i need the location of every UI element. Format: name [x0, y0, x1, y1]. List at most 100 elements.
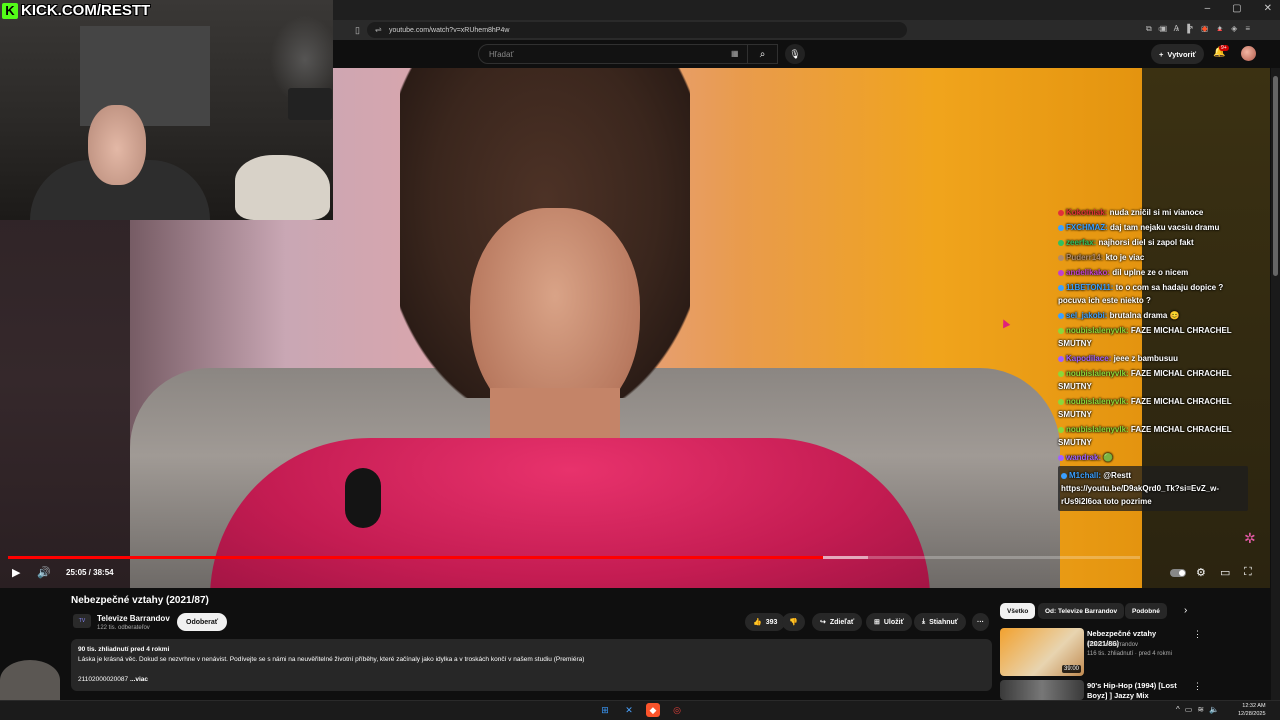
chat-message: 11BETON11: to o com sa hadaju dopice ? p…: [1058, 283, 1224, 305]
chat-username[interactable]: noubislalenyvlk: [1066, 326, 1126, 335]
like-button[interactable]: 👍 393: [745, 613, 786, 631]
tabs-icon[interactable]: ▢: [1201, 24, 1209, 34]
chat-username[interactable]: noubislalenyvlk: [1066, 425, 1126, 434]
search-icon[interactable]: ⌕: [747, 44, 777, 64]
webcam-plush-toy: [235, 155, 330, 220]
wifi-icon[interactable]: ≋: [1197, 705, 1204, 714]
chat-username[interactable]: 11BETON11: [1066, 283, 1111, 292]
video-person-shirt: [210, 438, 930, 588]
play-icon[interactable]: ▶: [12, 566, 20, 579]
view-meta: 90 tis. zhliadnutí pred 4 rokmi: [78, 646, 170, 653]
chat-username[interactable]: wandrak: [1066, 453, 1098, 462]
page-scrollbar[interactable]: [1271, 68, 1280, 700]
more-link[interactable]: ...viac: [130, 676, 148, 683]
chat-message: M1chall: @Restt https://youtu.be/D9akQrd…: [1058, 466, 1248, 511]
chrome-icon[interactable]: ◎: [670, 703, 684, 717]
subscribe-button[interactable]: Odoberať: [177, 613, 228, 631]
music-icon[interactable]: ♪: [1175, 24, 1179, 34]
chevron-up-icon[interactable]: ^: [1176, 705, 1180, 714]
description-code: 21102000020087: [78, 676, 129, 683]
kick-logo: K KICK.COM/RESTT: [2, 2, 150, 19]
fullscreen-icon[interactable]: ⛶: [1244, 566, 1252, 579]
url-field[interactable]: ⇌ youtube.com/watch?v=xRUhem8hP4w: [367, 22, 907, 38]
avatar[interactable]: [1241, 46, 1256, 61]
speaker-icon[interactable]: 🔈: [1209, 705, 1219, 714]
chip-from-channel[interactable]: Od: Televize Barrandov: [1038, 603, 1125, 619]
chat-username[interactable]: noubislalenyvlk: [1066, 369, 1126, 378]
settings-gear-icon[interactable]: ⚙: [1196, 566, 1206, 579]
minimize-button[interactable]: –: [1205, 3, 1211, 14]
thumbs-up-icon: 👍: [753, 619, 762, 626]
leo-icon[interactable]: ✦: [1216, 24, 1223, 34]
volume-icon[interactable]: 🔊: [37, 566, 51, 579]
sidebar-icon[interactable]: ▌: [1187, 24, 1193, 34]
chat-username[interactable]: zeerfax: [1066, 238, 1094, 247]
kick-k-icon: K: [2, 2, 18, 19]
menu-icon[interactable]: ≡: [1245, 24, 1250, 34]
webcam-overlay: K KICK.COM/RESTT: [0, 0, 333, 220]
chat-username[interactable]: andelikako: [1066, 268, 1107, 277]
maximize-button[interactable]: ▢: [1232, 3, 1241, 14]
mic-icon[interactable]: 🎙: [785, 44, 805, 64]
chat-username[interactable]: noubislalenyvlk: [1066, 397, 1126, 406]
badge-icon: [1058, 355, 1064, 362]
create-label: Vytvoriť: [1167, 49, 1197, 59]
chat-username[interactable]: Puderr14: [1066, 253, 1101, 262]
chat-username[interactable]: Kokotniak: [1066, 208, 1105, 217]
badge-icon: [1058, 327, 1064, 334]
vpn-icon[interactable]: ◈: [1231, 24, 1237, 34]
bookmark-icon[interactable]: ▯: [355, 25, 360, 36]
chat-text: najhorsi diel si zapol fakt: [1098, 238, 1194, 247]
chevron-right-icon[interactable]: ›: [1184, 605, 1187, 616]
dislike-button[interactable]: 👎: [782, 613, 805, 631]
tray-app-icon[interactable]: ▭: [1185, 705, 1193, 714]
chat-message: sel_jakobi: brutalna drama 😊: [1058, 309, 1248, 322]
chat-username[interactable]: sel_jakobi: [1066, 311, 1105, 320]
rec-thumbnail[interactable]: 39:00: [1000, 628, 1084, 676]
save-button[interactable]: ⊞ Uložiť: [866, 613, 912, 631]
more-actions-button[interactable]: ···: [972, 613, 989, 631]
badge-icon: [1058, 398, 1064, 405]
xbox-app-icon[interactable]: ✕: [622, 703, 636, 717]
brave-browser-icon[interactable]: ◆: [646, 703, 660, 717]
chat-username[interactable]: Kapodilace: [1066, 354, 1109, 363]
chat-text: jeee z bambusuu: [1113, 354, 1179, 363]
description-box[interactable]: 90 tis. zhliadnutí pred 4 rokmi Láska je…: [71, 639, 992, 691]
chip-all[interactable]: Všetko: [1000, 603, 1036, 619]
close-button[interactable]: ✕: [1264, 3, 1272, 14]
site-settings-icon[interactable]: ⇌: [375, 26, 383, 34]
chat-username[interactable]: M1chall: [1069, 471, 1098, 480]
rec-meta: 116 tis. zhliadnutí · pred 4 rokmi: [1087, 651, 1172, 657]
system-tray: ^ ▭ ≋ 🔈: [1176, 705, 1219, 714]
rec-thumbnail[interactable]: [1000, 680, 1084, 700]
chat-message: Kapodilace: jeee z bambusuu: [1058, 352, 1248, 365]
autoplay-toggle[interactable]: [1170, 569, 1186, 577]
window-titlebar: – ▢ ✕: [333, 0, 1280, 20]
kick-url: KICK.COM/RESTT: [21, 2, 151, 19]
chat-message: wandrak: 🟢: [1058, 451, 1248, 464]
windows-start-icon[interactable]: ⊞: [598, 703, 612, 717]
chat-text: kto je viac: [1105, 253, 1145, 262]
download-button[interactable]: ⤓ Stiahnuť: [914, 613, 967, 631]
badge-icon: [1058, 370, 1064, 377]
taskbar-clock[interactable]: 12:32 AM 12/28/2025: [1238, 702, 1266, 718]
chip-related[interactable]: Podobné: [1125, 603, 1167, 619]
chat-message: zeerfax: najhorsi diel si zapol fakt: [1058, 236, 1248, 249]
extension-icon[interactable]: ⧉: [1146, 24, 1152, 34]
channel-name[interactable]: Televize Barrandov: [97, 614, 170, 623]
share-button[interactable]: ↪ Zdieľať: [812, 613, 863, 631]
rec-title[interactable]: 90's Hip-Hop (1994) [Lost Boyz] ] Jazzy …: [1087, 681, 1187, 700]
miniplayer-icon[interactable]: ▭: [1220, 566, 1230, 579]
channel-avatar[interactable]: TV: [73, 614, 91, 628]
rec-menu-icon[interactable]: ⋮: [1193, 681, 1202, 692]
description-footer: 21102000020087 ...viac: [78, 675, 985, 685]
scrollbar-thumb[interactable]: [1273, 76, 1278, 276]
progress-bar[interactable]: [8, 556, 1140, 559]
wallet-icon[interactable]: ▣: [1160, 24, 1168, 34]
badge-icon: [1058, 284, 1064, 291]
video-lapel-mic: [345, 468, 381, 528]
keyboard-icon[interactable]: ▦: [731, 49, 739, 58]
chat-username[interactable]: FXCHMAZ: [1066, 223, 1105, 232]
create-button[interactable]: + Vytvoriť: [1151, 44, 1205, 64]
rec-menu-icon[interactable]: ⋮: [1193, 629, 1202, 640]
